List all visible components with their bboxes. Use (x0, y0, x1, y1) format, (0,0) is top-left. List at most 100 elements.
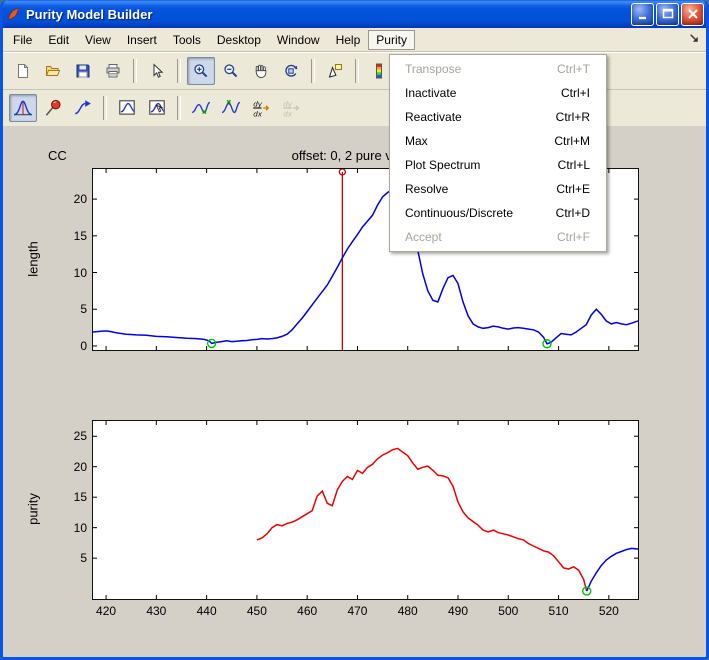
menu-item-label: Transpose (405, 62, 461, 76)
x-tick-label: 450 (247, 604, 267, 618)
svg-text:dx: dx (253, 109, 263, 118)
maximize-icon (660, 6, 676, 22)
menu-item-label: Max (405, 134, 428, 148)
x-tick-label: 510 (549, 604, 569, 618)
wave-min-button[interactable] (187, 94, 215, 122)
toolbar-separator (355, 59, 359, 83)
menu-item-accept: Accept Ctrl+F (390, 225, 606, 249)
menu-item-max[interactable]: Max Ctrl+M (390, 129, 606, 153)
edit-plot-icon (149, 63, 165, 79)
zoom-out-button[interactable] (217, 57, 245, 85)
purity-menu: Transpose Ctrl+T Inactivate Ctrl+I React… (389, 54, 607, 252)
zoom-in-button[interactable] (187, 57, 215, 85)
zoom-in-icon (193, 63, 209, 79)
close-button[interactable] (681, 3, 704, 26)
x-tick-label: 470 (347, 604, 367, 618)
y-tick-label: 10 (55, 521, 87, 535)
wave-min-icon (191, 98, 211, 118)
menu-item-continuous-discrete[interactable]: Continuous/Discrete Ctrl+D (390, 201, 606, 225)
curve-export-button[interactable] (69, 94, 97, 122)
menu-item-shortcut: Ctrl+T (557, 62, 590, 76)
menubar-item-help[interactable]: Help (328, 30, 369, 50)
app-icon (5, 6, 22, 23)
peak-plot-button[interactable] (9, 94, 37, 122)
y-tick-label: 15 (55, 229, 87, 243)
pushpin-button[interactable] (39, 94, 67, 122)
menu-item-plot-spectrum[interactable]: Plot Spectrum Ctrl+L (390, 153, 606, 177)
pushpin-icon (43, 98, 63, 118)
menubar-item-window[interactable]: Window (269, 30, 328, 50)
menu-item-inactivate[interactable]: Inactivate Ctrl+I (390, 81, 606, 105)
menu-item-shortcut: Ctrl+L (558, 158, 590, 172)
save-icon (75, 63, 91, 79)
purity-plot[interactable]: 4204304404504604704804905005105205101520… (92, 420, 639, 600)
menu-item-shortcut: Ctrl+E (556, 182, 590, 196)
ylabel-purity: purity (26, 493, 41, 525)
axes-limits-icon (117, 98, 137, 118)
data-cursor-icon (327, 63, 343, 79)
menubar-item-desktop[interactable]: Desktop (209, 30, 269, 50)
menu-item-transpose: Transpose Ctrl+T (390, 57, 606, 81)
derivative-button[interactable]: dy dx (247, 94, 275, 122)
menu-item-label: Continuous/Discrete (405, 206, 513, 220)
y-tick-label: 0 (55, 339, 87, 353)
menu-item-label: Accept (405, 230, 442, 244)
print-icon (105, 63, 121, 79)
menubar-item-purity[interactable]: Purity (368, 30, 415, 50)
new-document-icon (15, 63, 31, 79)
minimize-icon (635, 6, 651, 22)
menubar-item-view[interactable]: View (77, 30, 119, 50)
data-cursor-button[interactable] (321, 57, 349, 85)
new-document-button[interactable] (9, 57, 37, 85)
pan-button[interactable] (247, 57, 275, 85)
toolbar-separator (177, 59, 181, 83)
menubar-item-tools[interactable]: Tools (165, 30, 209, 50)
wave-max-button[interactable] (217, 94, 245, 122)
x-tick-label: 490 (448, 604, 468, 618)
peak-plot-icon (13, 98, 33, 118)
menubar-item-file[interactable]: File (5, 30, 40, 50)
menu-item-label: Inactivate (405, 86, 456, 100)
y-tick-label: 20 (55, 192, 87, 206)
plot-canvas (93, 421, 638, 599)
window-title: Purity Model Builder (26, 7, 629, 22)
print-button[interactable] (99, 57, 127, 85)
menu-item-resolve[interactable]: Resolve Ctrl+E (390, 177, 606, 201)
dock-arrow-icon[interactable] (688, 32, 701, 45)
x-tick-label: 480 (398, 604, 418, 618)
axes-cursor-icon (147, 98, 167, 118)
derivative-icon: dy dx (251, 98, 271, 118)
axes-limits-button[interactable] (113, 94, 141, 122)
svg-text:dy: dy (283, 99, 293, 108)
rotate-3d-icon (283, 63, 299, 79)
corner-label: CC (48, 148, 67, 163)
maximize-button[interactable] (656, 3, 679, 26)
toolbar-separator (103, 96, 107, 120)
axes-cursor-button[interactable] (143, 94, 171, 122)
menubar-item-insert[interactable]: Insert (119, 30, 165, 50)
open-folder-icon (45, 63, 61, 79)
close-icon (685, 6, 701, 22)
menubar: File Edit View Insert Tools Desktop Wind… (3, 28, 706, 52)
menu-item-reactivate[interactable]: Reactivate Ctrl+R (390, 105, 606, 129)
x-tick-label: 520 (599, 604, 619, 618)
menu-item-shortcut: Ctrl+D (556, 206, 590, 220)
y-tick-label: 15 (55, 490, 87, 504)
minimize-button[interactable] (631, 3, 654, 26)
x-tick-label: 430 (146, 604, 166, 618)
rotate-3d-button[interactable] (277, 57, 305, 85)
colorbar-icon (371, 63, 387, 79)
x-tick-label: 500 (498, 604, 518, 618)
toolbar-separator (311, 59, 315, 83)
edit-plot-button[interactable] (143, 57, 171, 85)
curve-export-icon (73, 98, 93, 118)
y-tick-label: 25 (55, 429, 87, 443)
menubar-item-edit[interactable]: Edit (40, 30, 77, 50)
y-tick-label: 10 (55, 266, 87, 280)
menu-item-label: Resolve (405, 182, 448, 196)
open-folder-button[interactable] (39, 57, 67, 85)
x-tick-label: 440 (197, 604, 217, 618)
titlebar[interactable]: Purity Model Builder (0, 0, 709, 28)
save-button[interactable] (69, 57, 97, 85)
x-tick-label: 420 (96, 604, 116, 618)
